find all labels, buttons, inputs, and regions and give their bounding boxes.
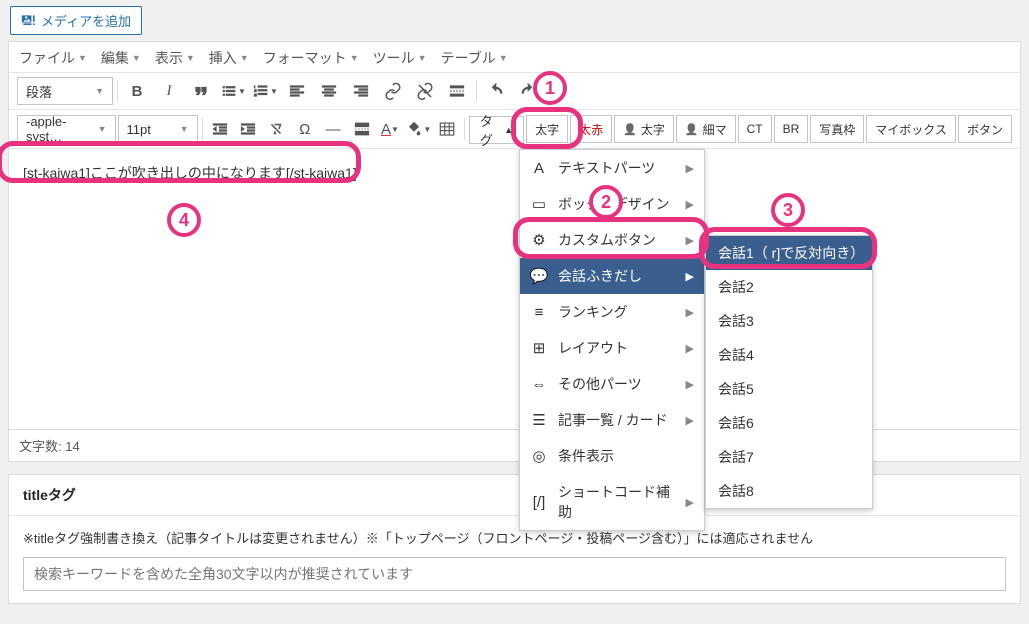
menu-file[interactable]: ファイル▼	[19, 48, 87, 68]
submenu-kaiwa8[interactable]: 会話8	[706, 474, 872, 508]
gear-icon: ⚙	[530, 231, 548, 249]
dd-kaiwa-fukidashi[interactable]: 💬会話ふきだし▶	[520, 258, 704, 294]
align-left-button[interactable]	[282, 77, 312, 105]
add-media-button[interactable]: メディアを追加	[10, 6, 142, 35]
add-media-label: メディアを追加	[41, 11, 131, 30]
submenu-kaiwa1[interactable]: 会話1（ r]で反対向き）	[706, 236, 872, 270]
wordcount-label: 文字数:	[19, 439, 62, 454]
format-select[interactable]: 段落▼	[17, 77, 113, 105]
submenu-kaiwa4[interactable]: 会話4	[706, 338, 872, 372]
blockquote-button[interactable]	[186, 77, 216, 105]
target-icon: ◎	[530, 447, 548, 465]
mybox-button[interactable]: マイボックス	[866, 115, 956, 143]
title-tag-description: ※titleタグ強制書き換え（記事タイトルは変更されません）※「トップページ（フ…	[23, 528, 1006, 547]
wordcount-value: 14	[65, 439, 79, 454]
font-size-select[interactable]: 11pt▼	[118, 115, 198, 143]
box-icon: ▭	[530, 195, 548, 213]
br-button[interactable]: BR	[774, 115, 809, 143]
link-button[interactable]	[378, 77, 408, 105]
dd-ranking[interactable]: ≡ランキング▶	[520, 294, 704, 330]
dd-article-list[interactable]: ☰記事一覧 / カード▶	[520, 402, 704, 438]
text-color-button[interactable]: A▼	[377, 115, 403, 143]
pagebreak-button[interactable]	[348, 115, 374, 143]
list-icon: ≡	[530, 304, 548, 321]
dd-other-parts[interactable]: ⇔その他パーツ▶	[520, 366, 704, 402]
ul-button[interactable]: ▼	[218, 77, 248, 105]
dd-custom-button[interactable]: ⚙カスタムボタン▶	[520, 222, 704, 258]
submenu-kaiwa3[interactable]: 会話3	[706, 304, 872, 338]
hr-button[interactable]: —	[320, 115, 346, 143]
media-icon	[21, 13, 37, 29]
menu-tools[interactable]: ツール▼	[373, 48, 427, 68]
bold-button[interactable]: B	[122, 77, 152, 105]
align-right-button[interactable]	[346, 77, 376, 105]
dd-condition[interactable]: ◎条件表示	[520, 438, 704, 474]
code-icon: [/]	[530, 494, 548, 511]
ct-button[interactable]: CT	[738, 115, 772, 143]
futoji-button[interactable]: 太字	[614, 115, 674, 143]
bg-color-button[interactable]: ▼	[405, 115, 431, 143]
toolbar-row-2: -apple-syst…▼ 11pt▼ Ω — A▼ ▼ タグ▲ 太字 太赤 太…	[9, 110, 1020, 149]
person-icon	[685, 123, 699, 136]
kaiwa-submenu: 会話1（ r]で反対向き） 会話2 会話3 会話4 会話5 会話6 会話7 会話…	[705, 235, 873, 509]
italic-button[interactable]: I	[154, 77, 184, 105]
speech-icon: 💬	[530, 267, 548, 285]
arrows-icon: ⇔	[530, 376, 548, 393]
special-char-button[interactable]: Ω	[292, 115, 318, 143]
botan-button[interactable]: ボタン	[958, 115, 1012, 143]
clear-format-button[interactable]	[263, 115, 289, 143]
align-center-button[interactable]	[314, 77, 344, 105]
menu-view[interactable]: 表示▼	[155, 48, 195, 68]
shortcode-text: [st-kaiwa1]ここが吹き出しの中になります[/st-kaiwa1]	[23, 163, 1006, 183]
callout-number-1: 1	[533, 71, 567, 105]
callout-number-3: 3	[771, 193, 805, 227]
title-tag-input[interactable]	[23, 557, 1006, 591]
unlink-button[interactable]	[410, 77, 440, 105]
tag-dropdown-button[interactable]: タグ▲	[469, 116, 524, 144]
editor-container: ファイル▼ 編集▼ 表示▼ 挿入▼ フォーマット▼ ツール▼ テーブル▼ 段落▼…	[8, 41, 1021, 462]
grid-icon: ⊞	[530, 339, 548, 357]
callout-number-4: 4	[167, 203, 201, 237]
toolbar-row-1: 段落▼ B I ▼ ▼	[9, 73, 1020, 110]
callout-number-2: 2	[589, 185, 623, 219]
dd-layout[interactable]: ⊞レイアウト▶	[520, 330, 704, 366]
ooji-button[interactable]: 太字	[526, 115, 568, 143]
submenu-kaiwa5[interactable]: 会話5	[706, 372, 872, 406]
listcard-icon: ☰	[530, 411, 548, 429]
submenu-kaiwa6[interactable]: 会話6	[706, 406, 872, 440]
hosoma-button[interactable]: 細マ	[676, 115, 736, 143]
menu-edit[interactable]: 編集▼	[101, 48, 141, 68]
dd-shortcode-assist[interactable]: [/]ショートコード補助▶	[520, 474, 704, 530]
text-icon: A	[530, 160, 548, 177]
menu-insert[interactable]: 挿入▼	[209, 48, 249, 68]
more-button[interactable]	[442, 77, 472, 105]
menu-bar: ファイル▼ 編集▼ 表示▼ 挿入▼ フォーマット▼ ツール▼ テーブル▼	[9, 42, 1020, 73]
editor-content-area[interactable]: [st-kaiwa1]ここが吹き出しの中になります[/st-kaiwa1] Aテ…	[9, 149, 1020, 429]
menu-table[interactable]: テーブル▼	[441, 48, 508, 68]
indent-button[interactable]	[235, 115, 261, 143]
table-icon-button[interactable]	[434, 115, 460, 143]
undo-button[interactable]	[481, 77, 511, 105]
ol-button[interactable]: ▼	[250, 77, 280, 105]
photo-frame-button[interactable]: 写真枠	[810, 115, 864, 143]
dd-text-parts[interactable]: Aテキストパーツ▶	[520, 150, 704, 186]
menu-format[interactable]: フォーマット▼	[263, 48, 359, 68]
submenu-kaiwa7[interactable]: 会話7	[706, 440, 872, 474]
outdent-button[interactable]	[206, 115, 232, 143]
ooaka-button[interactable]: 太赤	[570, 115, 612, 143]
person-icon	[623, 123, 637, 136]
font-family-select[interactable]: -apple-syst…▼	[17, 115, 116, 143]
submenu-kaiwa2[interactable]: 会話2	[706, 270, 872, 304]
